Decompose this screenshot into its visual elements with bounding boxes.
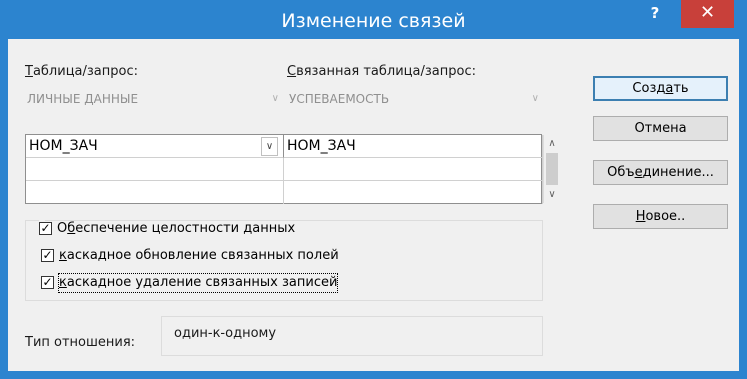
checkmark-icon[interactable]: ✓ [41, 276, 54, 289]
integrity-checkbox[interactable]: ✓ Обеспечение целостности данных [39, 220, 295, 240]
scroll-up-icon[interactable]: ∧ [544, 135, 560, 152]
checkmark-icon[interactable]: ✓ [39, 222, 52, 235]
close-button[interactable]: ✕ [681, 0, 734, 28]
integrity-label: Обеспечение целостности данных [57, 221, 296, 236]
grid-scrollbar[interactable]: ∧ ∨ [543, 135, 560, 203]
grid-cell-text: НОМ_ЗАЧ [29, 138, 98, 154]
grid-cell-right[interactable] [284, 158, 543, 181]
table-query-value: ЛИЧНЫЕ ДАННЫЕ [27, 92, 139, 106]
chevron-down-icon: ∨ [271, 93, 279, 104]
new-button[interactable]: Новое.. [593, 204, 728, 229]
grid-cell-text: НОМ_ЗАЧ [287, 138, 356, 154]
cascade-delete-label: каскадное удаление связанных записей [57, 273, 339, 293]
grid-cell-right[interactable]: НОМ_ЗАЧ [284, 135, 543, 158]
edit-relationships-dialog: Изменение связей ? ✕ Таблица/запрос: Свя… [0, 0, 747, 379]
related-table-query-label: Связанная таблица/запрос: [287, 64, 476, 79]
chevron-down-icon: ∨ [531, 93, 539, 104]
fields-grid: НОМ_ЗАЧ ∨ НОМ_ЗАЧ ∧ ∨ [25, 134, 560, 204]
cascade-update-label: каскадное обновление связанных полей [59, 248, 339, 263]
relationship-type-label: Тип отношения: [25, 335, 136, 350]
dialog-body: Таблица/запрос: Связанная таблица/запрос… [8, 39, 739, 371]
cancel-button[interactable]: Отмена [593, 116, 728, 141]
title-bar[interactable]: Изменение связей ? ✕ [0, 0, 747, 39]
checkmark-icon[interactable]: ✓ [41, 249, 54, 262]
scroll-thumb[interactable] [546, 153, 558, 185]
scroll-down-icon[interactable]: ∨ [544, 186, 560, 203]
related-table-query-value: УСПЕВАЕМОСТЬ [289, 92, 390, 106]
join-type-button[interactable]: Объединение... [593, 160, 728, 185]
table-query-combo[interactable]: ЛИЧНЫЕ ДАННЫЕ ∨ [25, 88, 283, 110]
relationship-type-value: один-к-одному [174, 326, 277, 341]
grid-cell-left[interactable]: НОМ_ЗАЧ ∨ [26, 135, 284, 158]
grid-cell-left[interactable] [26, 181, 284, 204]
dialog-title: Изменение связей [281, 10, 466, 32]
related-table-query-combo[interactable]: УСПЕВАЕМОСТЬ ∨ [287, 88, 543, 110]
help-button[interactable]: ? [636, 0, 674, 28]
create-button[interactable]: Создать [593, 76, 728, 101]
chevron-down-icon[interactable]: ∨ [261, 137, 278, 156]
table-query-label: Таблица/запрос: [25, 64, 139, 79]
grid-cell-right[interactable] [284, 181, 543, 204]
grid-cell-left[interactable] [26, 158, 284, 181]
